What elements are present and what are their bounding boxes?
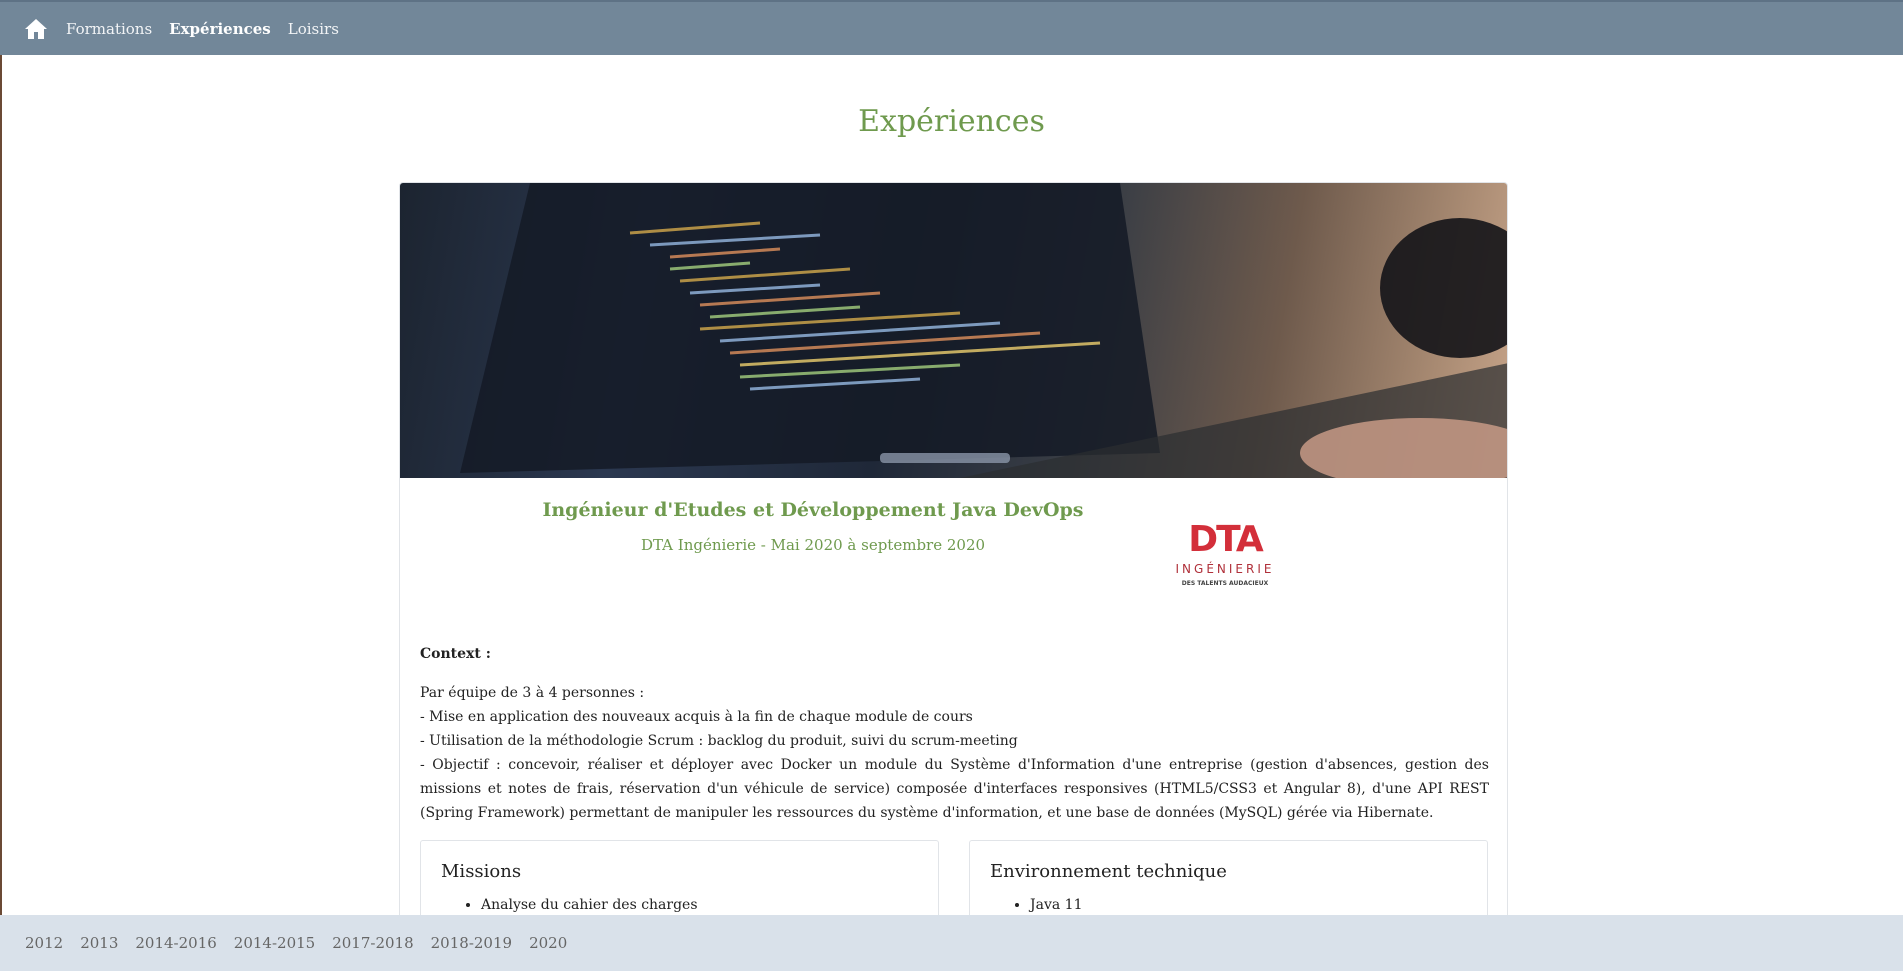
page-title: Expériences [858, 104, 1045, 139]
year-navigation-bar: 2012 2013 2014-2016 2014-2015 2017-2018 … [0, 915, 1903, 971]
year-link-2014-2015[interactable]: 2014-2015 [234, 934, 315, 952]
left-edge-strip [0, 55, 2, 915]
job-company-dates: DTA Ingénierie - Mai 2020 à septembre 20… [640, 536, 986, 554]
nav-link-formations[interactable]: Formations [66, 20, 152, 38]
nav-link-loisirs[interactable]: Loisirs [288, 20, 339, 38]
missions-title: Missions [441, 861, 522, 882]
company-logo: DTA INGÉNIERIE DES TALENTS AUDACIEUX [1175, 509, 1275, 599]
context-label: Context : [420, 646, 491, 662]
logo-mark: DTA [1188, 518, 1264, 560]
laptop-code-image [400, 183, 1507, 478]
context-line: - Utilisation de la méthodologie Scrum :… [420, 733, 1018, 749]
top-navbar: Formations Expériences Loisirs [0, 0, 1903, 55]
year-link-2020[interactable]: 2020 [529, 934, 567, 952]
environment-list: Java 11 [990, 894, 1467, 916]
context-line: - Objectif : concevoir, réaliser et dépl… [420, 757, 1489, 821]
year-link-2018-2019[interactable]: 2018-2019 [431, 934, 512, 952]
missions-list: Analyse du cahier des charges [441, 894, 918, 916]
environment-item: Java 11 [1030, 894, 1467, 916]
nav-link-experiences[interactable]: Expériences [169, 20, 271, 38]
mission-item: Analyse du cahier des charges [481, 894, 918, 916]
context-body: Par équipe de 3 à 4 personnes : - Mise e… [420, 681, 1489, 825]
year-link-2013[interactable]: 2013 [80, 934, 118, 952]
home-icon[interactable] [24, 17, 50, 41]
year-link-2014-2016[interactable]: 2014-2016 [135, 934, 216, 952]
context-line: Par équipe de 3 à 4 personnes : [420, 685, 645, 701]
logo-tagline: DES TALENTS AUDACIEUX [1181, 579, 1269, 587]
context-line: - Mise en application des nouveaux acqui… [420, 709, 973, 725]
job-title: Ingénieur d'Etudes et Développement Java… [542, 499, 1084, 521]
year-link-2012[interactable]: 2012 [25, 934, 63, 952]
environment-title: Environnement technique [990, 861, 1227, 882]
experience-card: Ingénieur d'Etudes et Développement Java… [399, 182, 1508, 942]
logo-line: INGÉNIERIE [1175, 561, 1275, 576]
year-link-2017-2018[interactable]: 2017-2018 [332, 934, 413, 952]
